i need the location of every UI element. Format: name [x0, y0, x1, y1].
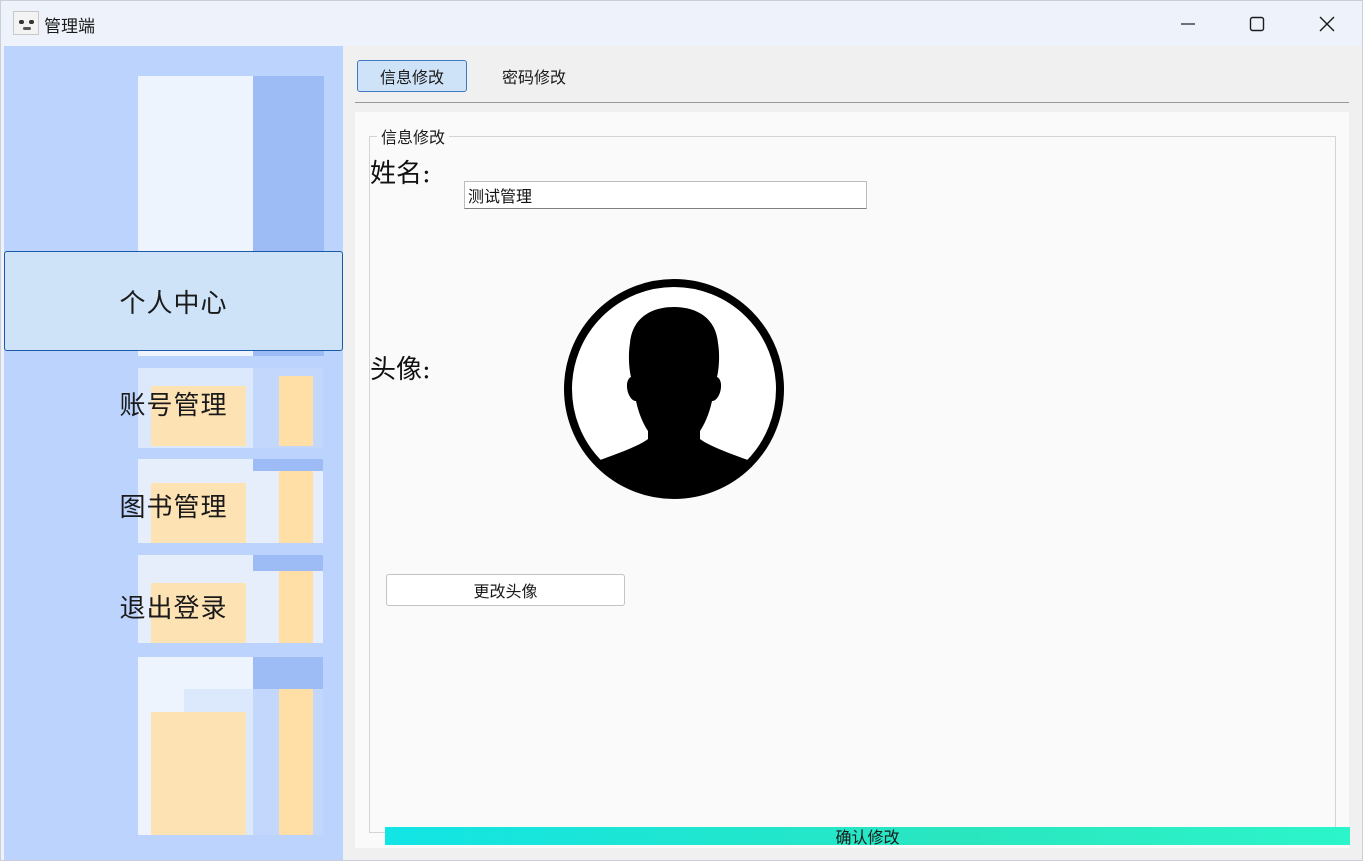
info-groupbox: 姓名: 头像: 更改头像 确认修改	[369, 136, 1350, 847]
sidebar-item-personal-center[interactable]: 个人中心	[4, 251, 343, 351]
group-title: 信息修改	[377, 124, 450, 148]
title-bar: 管理端	[1, 1, 1362, 46]
minimize-icon	[1181, 22, 1195, 25]
maximize-icon	[1249, 16, 1265, 31]
sidebar-item-label: 图书管理	[119, 492, 228, 523]
close-icon	[1319, 16, 1335, 31]
minimize-button[interactable]	[1153, 1, 1223, 46]
tab-label: 密码修改	[501, 68, 566, 87]
sidebar-item-book-management[interactable]: 图书管理	[4, 456, 343, 554]
sidebar-item-logout[interactable]: 退出登录	[4, 557, 343, 655]
tab-label: 信息修改	[379, 68, 444, 87]
close-button[interactable]	[1292, 1, 1362, 46]
avatar-label: 头像:	[370, 355, 431, 385]
sidebar: 个人中心 账号管理 图书管理 退出登录	[4, 46, 343, 860]
maximize-button[interactable]	[1222, 1, 1292, 46]
window-title: 管理端	[44, 17, 95, 37]
sidebar-item-label: 账号管理	[119, 390, 228, 421]
name-input[interactable]	[464, 181, 867, 209]
app-window: 管理端 个人中心 账号管理 图书管理 退出登录 信息修改 密码修改 姓名: 测试…	[0, 0, 1363, 861]
tab-info-edit[interactable]: 信息修改	[357, 60, 467, 92]
change-avatar-button[interactable]: 更改头像	[386, 574, 625, 606]
tab-password-edit[interactable]: 密码修改	[479, 60, 589, 92]
app-logo-icon	[13, 11, 39, 35]
tab-panel: 姓名: 头像: 更改头像 确认修改 信息修改	[355, 112, 1350, 848]
sidebar-item-label: 个人中心	[119, 288, 228, 319]
sidebar-item-label: 退出登录	[119, 593, 228, 624]
avatar[interactable]	[562, 277, 786, 501]
user-silhouette-icon	[564, 279, 784, 499]
confirm-button[interactable]: 确认修改	[385, 827, 1350, 847]
name-label: 姓名:	[370, 159, 431, 189]
sidebar-item-account-management[interactable]: 账号管理	[4, 354, 343, 452]
tab-divider	[355, 102, 1349, 103]
main-content: 信息修改 密码修改 姓名: 头像:	[343, 46, 1362, 860]
bookshelf-decoration	[4, 46, 343, 860]
